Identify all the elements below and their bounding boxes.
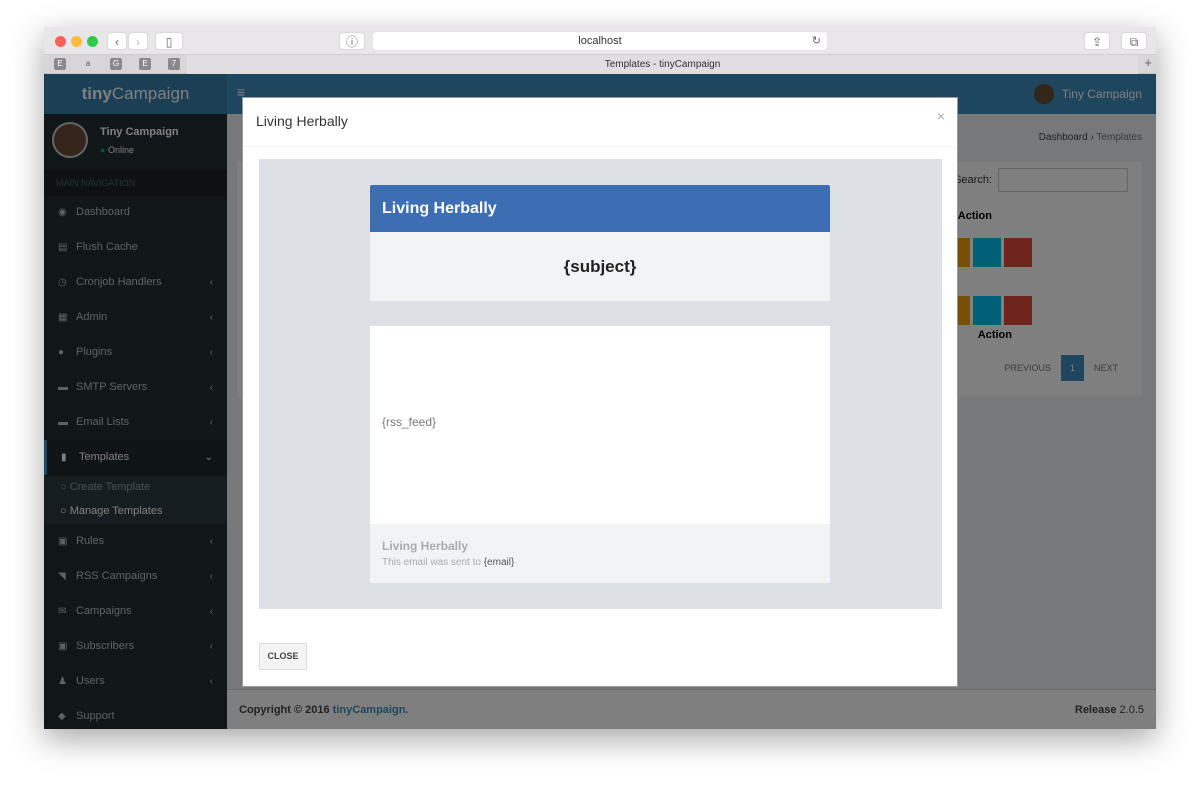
forward-icon[interactable]: › bbox=[128, 32, 148, 50]
maximize-window-button[interactable] bbox=[87, 36, 98, 47]
tab-active[interactable]: Templates - tinyCampaign bbox=[187, 55, 1138, 74]
favorite-amazon[interactable]: a bbox=[82, 58, 94, 70]
new-tab-icon[interactable]: + bbox=[1144, 55, 1152, 70]
email-footer-text: This email was sent to bbox=[382, 557, 484, 568]
email-footer-title: Living Herbally bbox=[382, 539, 469, 553]
favorite-e[interactable]: E bbox=[54, 58, 66, 70]
close-window-button[interactable] bbox=[55, 36, 66, 47]
favorite-g[interactable]: G bbox=[110, 58, 122, 70]
back-icon[interactable]: ‹ bbox=[107, 32, 127, 50]
url-text: localhost bbox=[578, 35, 622, 47]
template-preview-modal: Living Herbally × Living Herbally {subje… bbox=[242, 97, 958, 687]
email-subject: {subject} bbox=[370, 232, 830, 301]
browser-toolbar: ‹ › ▯ ⓘ localhost ↻ ⇪ ⧉ bbox=[44, 27, 1156, 55]
email-header: Living Herbally bbox=[370, 185, 830, 232]
minimize-window-button[interactable] bbox=[71, 36, 82, 47]
email-footer-email: {email} bbox=[483, 557, 515, 568]
email-footer: Living Herbally This email was sent to {… bbox=[370, 524, 830, 583]
close-icon[interactable]: × bbox=[937, 108, 945, 124]
browser-window: ‹ › ▯ ⓘ localhost ↻ ⇪ ⧉ E a G E 7 Templat… bbox=[44, 27, 1156, 729]
reload-icon[interactable]: ↻ bbox=[812, 32, 821, 50]
sidebar-toggle-icon[interactable]: ▯ bbox=[155, 32, 183, 50]
favorite-e2[interactable]: E bbox=[139, 58, 151, 70]
tab-bar: E a G E 7 Templates - tinyCampaign + bbox=[44, 55, 1156, 74]
favorite-7[interactable]: 7 bbox=[168, 58, 180, 70]
close-button[interactable]: CLOSE bbox=[259, 643, 307, 670]
email-preview: Living Herbally {subject} {rss_feed} Liv… bbox=[259, 159, 942, 609]
tabs-icon[interactable]: ⧉ bbox=[1121, 32, 1147, 50]
modal-title: Living Herbally bbox=[256, 113, 348, 129]
address-bar[interactable]: localhost ↻ bbox=[373, 32, 827, 50]
privacy-icon[interactable]: ⓘ bbox=[339, 32, 365, 50]
share-icon[interactable]: ⇪ bbox=[1084, 32, 1110, 50]
email-body: {rss_feed} bbox=[370, 326, 830, 524]
